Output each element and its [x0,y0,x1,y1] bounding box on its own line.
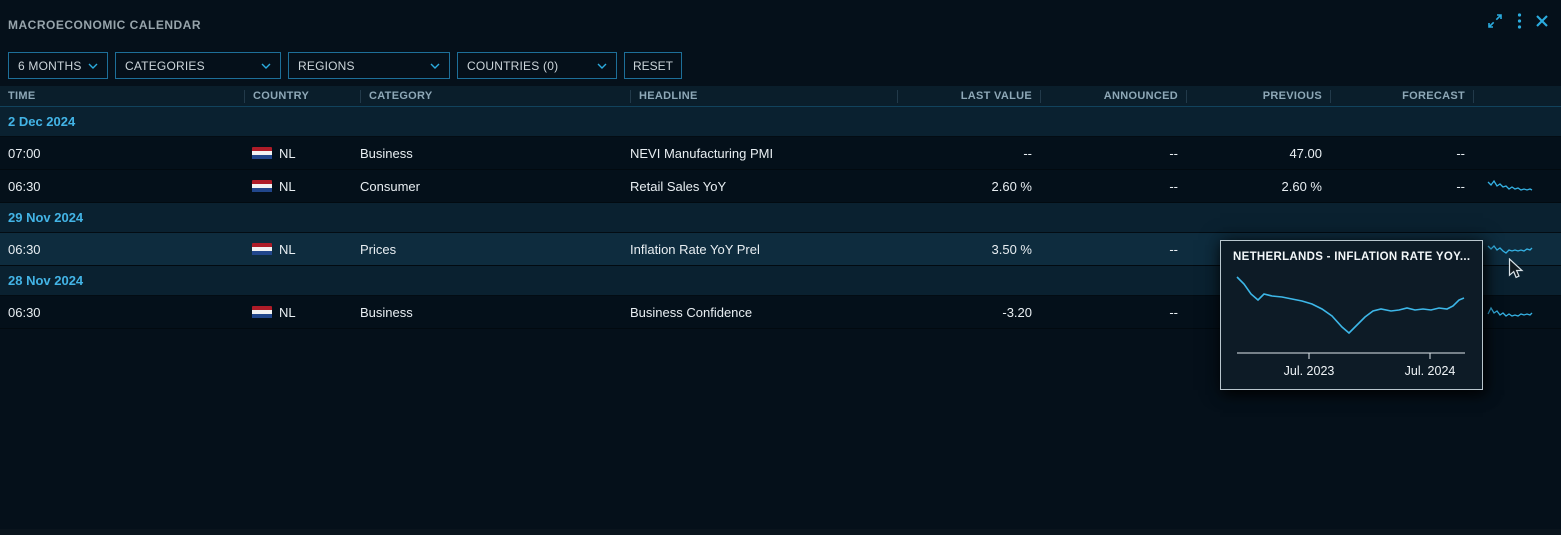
event-country: NL [244,146,360,161]
categories-dropdown[interactable]: CATEGORIES [115,52,281,79]
event-category: Business [360,305,630,320]
event-time: 07:00 [0,146,244,161]
chart-tooltip: NETHERLANDS - INFLATION RATE YOY... Jul.… [1220,240,1483,390]
tooltip-x-label-right: Jul. 2024 [1404,364,1455,378]
event-country: NL [244,242,360,257]
column-header-country[interactable]: COUNTRY [244,90,360,103]
event-announced: -- [1040,305,1186,320]
page-title: MACROECONOMIC CALENDAR [8,18,201,32]
tooltip-x-label-left: Jul. 2023 [1283,364,1334,378]
date-group-label: 28 Nov 2024 [8,273,83,288]
kebab-menu-icon[interactable] [1517,12,1522,30]
nl-flag-icon [252,306,272,319]
chevron-down-icon [597,59,607,73]
expand-icon[interactable] [1486,12,1504,30]
column-header-announced[interactable]: ANNOUNCED [1040,90,1186,103]
countries-dropdown[interactable]: COUNTRIES (0) [457,52,617,79]
regions-dropdown-value: REGIONS [298,59,355,73]
event-announced: -- [1040,242,1186,257]
sparkline-chart[interactable] [1473,145,1561,161]
event-last-value: -3.20 [897,305,1040,320]
nl-flag-icon [252,147,272,160]
event-category: Prices [360,242,630,257]
event-category: Consumer [360,179,630,194]
event-headline: Business Confidence [630,305,897,320]
column-header-forecast[interactable]: FORECAST [1330,90,1473,103]
date-group-row: 2 Dec 2024 [0,107,1561,137]
event-time: 06:30 [0,179,244,194]
event-headline: NEVI Manufacturing PMI [630,146,897,161]
filter-bar: 6 MONTHS CATEGORIES REGIONS COUNTRIES (0… [8,52,682,79]
column-header-spark [1473,90,1561,103]
regions-dropdown[interactable]: REGIONS [288,52,450,79]
chevron-down-icon [430,59,440,73]
country-code: NL [279,242,296,257]
categories-dropdown-value: CATEGORIES [125,59,205,73]
chevron-down-icon [261,59,271,73]
event-time: 06:30 [0,305,244,320]
chevron-down-icon [88,59,98,73]
event-country: NL [244,179,360,194]
macroeconomic-calendar-widget: { "window": { "title": "MACROECONOMIC CA… [0,0,1561,535]
close-icon[interactable] [1535,14,1549,28]
column-header-last-value[interactable]: LAST VALUE [897,90,1040,103]
table-row[interactable]: 07:00 NL Business NEVI Manufacturing PMI… [0,137,1561,170]
window-controls [1486,12,1549,30]
sparkline-chart[interactable] [1473,241,1561,257]
date-group-label: 2 Dec 2024 [8,114,75,129]
column-header-previous[interactable]: PREVIOUS [1186,90,1330,103]
period-dropdown[interactable]: 6 MONTHS [8,52,108,79]
tooltip-line-chart: Jul. 2023 Jul. 2024 [1231,269,1473,383]
event-announced: -- [1040,146,1186,161]
event-headline: Retail Sales YoY [630,179,897,194]
tooltip-series-line [1237,277,1464,333]
country-code: NL [279,305,296,320]
date-group-label: 29 Nov 2024 [8,210,83,225]
event-previous: 47.00 [1186,146,1330,161]
horizontal-scrollbar-track[interactable] [0,529,1561,535]
column-header-headline[interactable]: HEADLINE [630,90,897,103]
event-last-value: 3.50 % [897,242,1040,257]
sparkline-chart[interactable] [1473,178,1561,194]
table-row[interactable]: 06:30 NL Consumer Retail Sales YoY 2.60 … [0,170,1561,203]
country-code: NL [279,146,296,161]
table-header-row: TIME COUNTRY CATEGORY HEADLINE LAST VALU… [0,86,1561,107]
event-forecast: -- [1330,179,1473,194]
event-forecast: -- [1330,146,1473,161]
sparkline-chart[interactable] [1473,304,1561,320]
period-dropdown-value: 6 MONTHS [18,59,82,73]
nl-flag-icon [252,180,272,193]
event-country: NL [244,305,360,320]
event-last-value: 2.60 % [897,179,1040,194]
column-header-category[interactable]: CATEGORY [360,90,630,103]
countries-dropdown-value: COUNTRIES (0) [467,59,558,73]
nl-flag-icon [252,243,272,256]
country-code: NL [279,179,296,194]
event-headline: Inflation Rate YoY Prel [630,242,897,257]
event-previous: 2.60 % [1186,179,1330,194]
tooltip-title: NETHERLANDS - INFLATION RATE YOY... [1221,241,1482,263]
event-time: 06:30 [0,242,244,257]
event-category: Business [360,146,630,161]
reset-button[interactable]: RESET [624,52,682,79]
date-group-row: 29 Nov 2024 [0,203,1561,233]
event-announced: -- [1040,179,1186,194]
column-header-time[interactable]: TIME [0,90,244,103]
event-last-value: -- [897,146,1040,161]
